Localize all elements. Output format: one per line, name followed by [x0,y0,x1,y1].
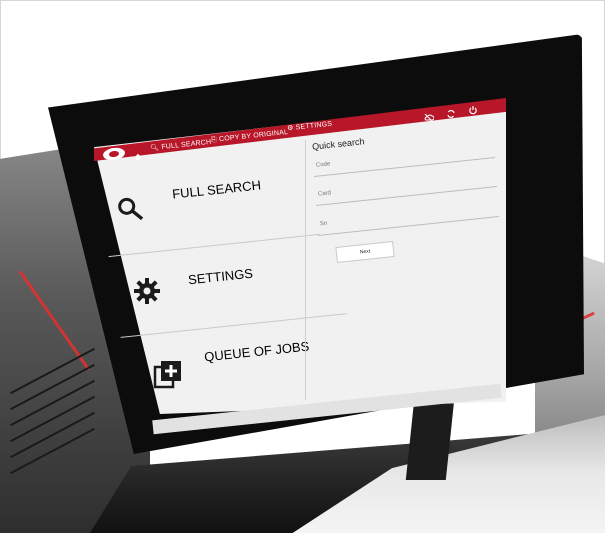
copy-icon: ⎘ [210,136,218,145]
cloud-icon[interactable] [424,110,435,123]
search-icon: 🔍︎ [149,144,160,153]
sn-field-label[interactable]: Sn [320,221,328,228]
home-icon[interactable] [134,148,142,161]
settings-card-icon[interactable] [133,277,161,305]
gear-icon: ⚙ [286,124,294,133]
full-search-card-icon[interactable] [115,194,146,225]
queue-add-icon[interactable] [152,358,184,390]
power-icon[interactable] [468,102,478,115]
tablet-stand [405,400,455,480]
sync-icon[interactable] [446,106,456,119]
panel-divider [305,140,306,400]
